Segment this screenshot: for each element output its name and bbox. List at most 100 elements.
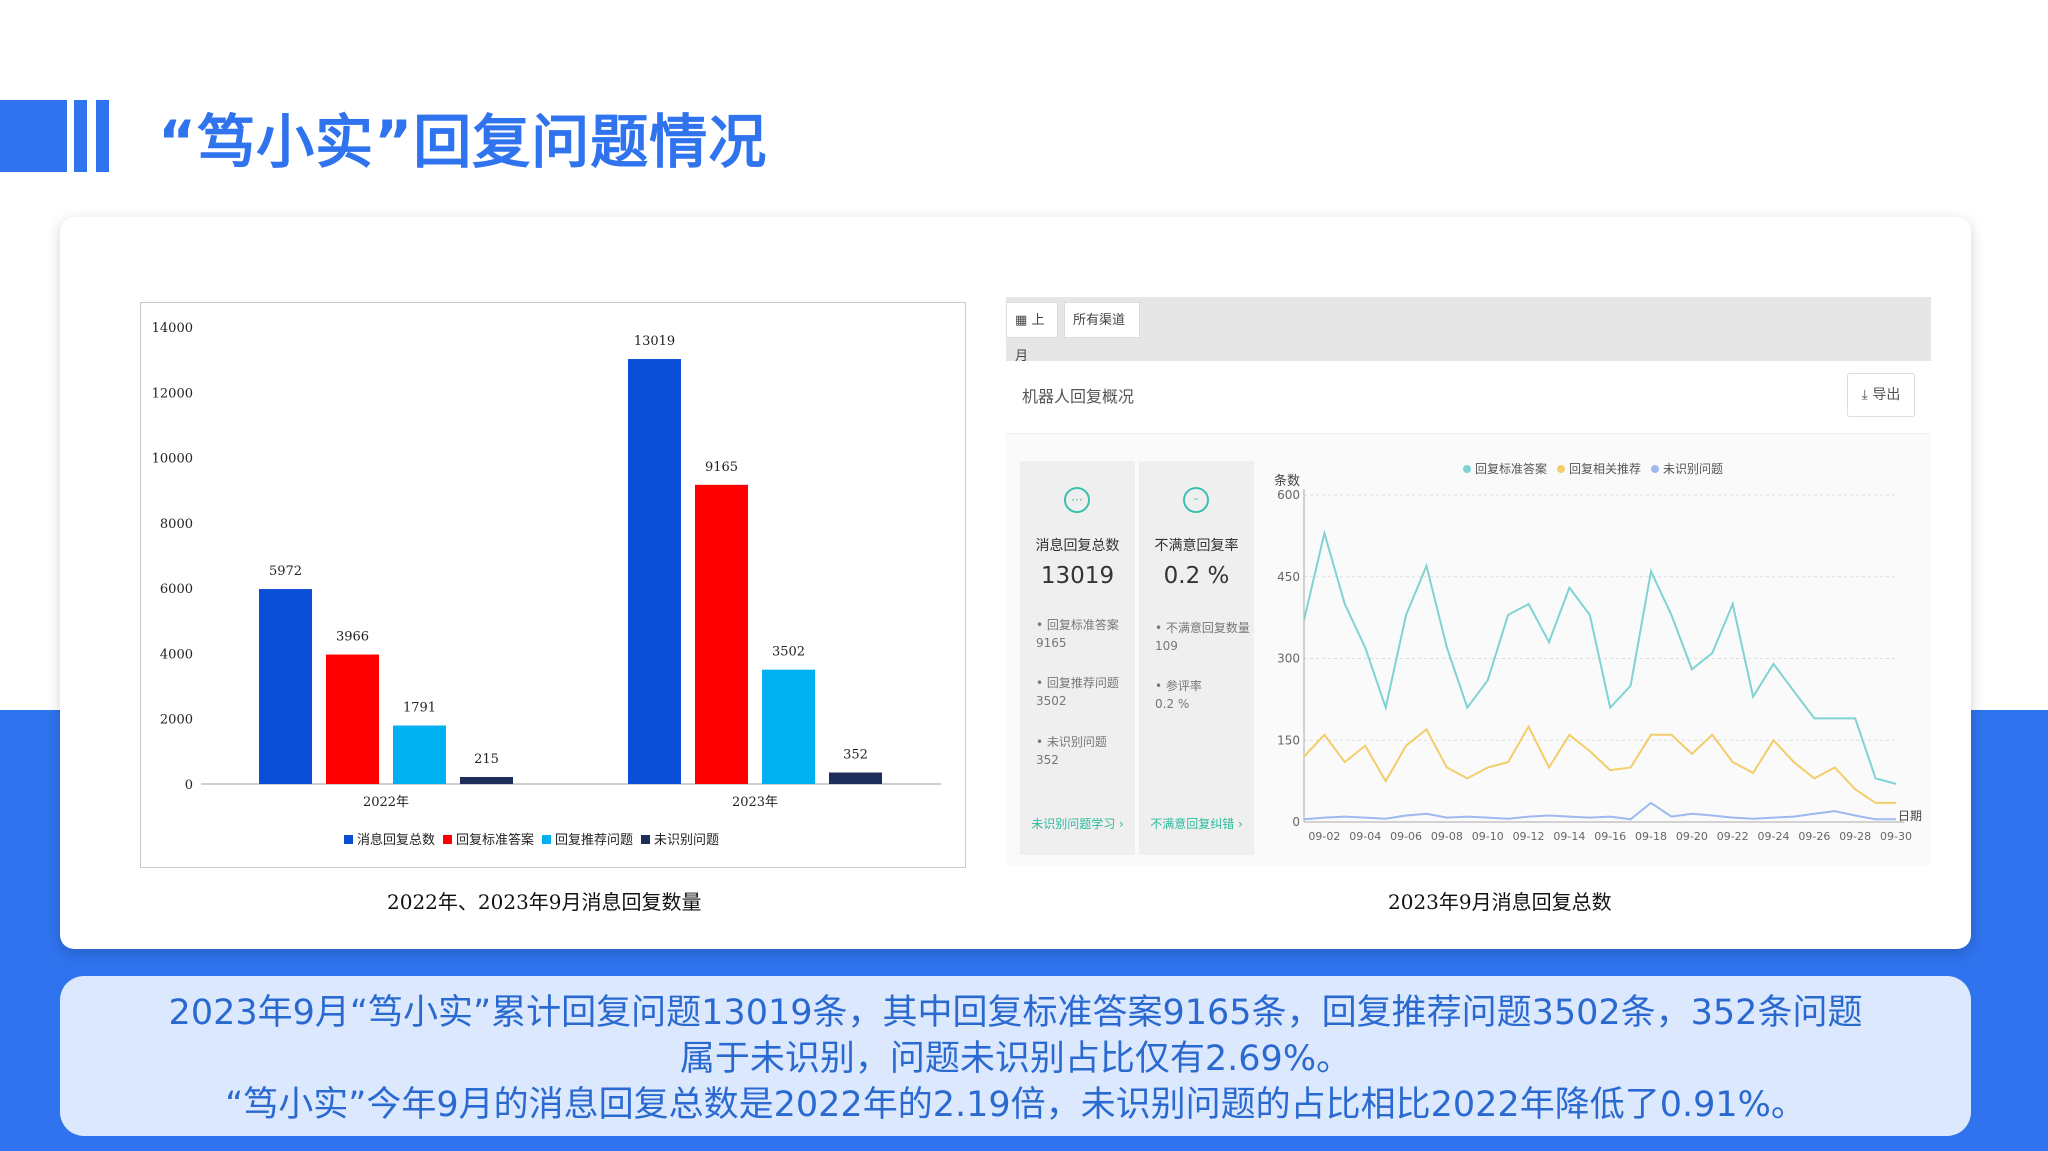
- stat-item-value: 0.2 %: [1155, 697, 1190, 711]
- bar: [460, 776, 513, 784]
- x-tick-label: 09-20: [1676, 830, 1708, 843]
- legend-label: 回复相关推荐: [1569, 462, 1641, 476]
- legend-label: 回复标准答案: [456, 832, 534, 848]
- legend-swatch: [344, 835, 353, 844]
- x-tick-label: 09-22: [1717, 830, 1749, 843]
- x-tick-label: 09-26: [1798, 830, 1830, 843]
- stat-item-value: 352: [1036, 753, 1059, 767]
- y-tick-label: 0: [1292, 815, 1300, 829]
- x-tick-label: 09-10: [1472, 830, 1504, 843]
- legend-swatch: [443, 835, 452, 844]
- smiley-icon: ᵕ: [1183, 487, 1209, 513]
- legend-marker: [1463, 465, 1471, 473]
- x-tick-label: 09-16: [1594, 830, 1626, 843]
- title-decor-block: [0, 100, 67, 172]
- dissatisfied-correction-link[interactable]: 不满意回复纠错 ›: [1139, 815, 1254, 832]
- y-tick-label: 8000: [160, 517, 193, 532]
- stat-panel-dissatisfied: ᵕ 不满意回复率 0.2 % • 不满意回复数量 109 • 参评率 0.2 %…: [1139, 461, 1254, 855]
- summary-line-2: 属于未识别，问题未识别占比仅有2.69%。: [679, 1039, 1352, 1079]
- stat-dissatisfied-value: 0.2 %: [1163, 563, 1230, 589]
- x-tick-label: 09-06: [1390, 830, 1422, 843]
- x-category-label: 2023年: [732, 795, 778, 810]
- unrecognized-learning-link[interactable]: 未识别问题学习 ›: [1020, 815, 1135, 832]
- x-axis-title: 日期: [1898, 809, 1922, 823]
- stat-item-value: 9165: [1036, 636, 1067, 650]
- bar-value-label: 352: [843, 748, 868, 763]
- series-line: [1303, 801, 1896, 821]
- stat-item-label: • 未识别问题: [1036, 735, 1107, 749]
- stat-total-value: 13019: [1040, 563, 1115, 589]
- bar-chart-frame: 0 2000 4000 6000 8000 10000 12000 14000 5972 3966…: [140, 302, 966, 868]
- legend-label: 回复标准答案: [1475, 461, 1547, 476]
- period-chip[interactable]: ▦ 上月: [1006, 302, 1058, 364]
- bar: [326, 654, 379, 784]
- bar-value-label: 3502: [772, 645, 805, 660]
- bar: [695, 484, 748, 784]
- bar-value-label: 9165: [705, 460, 738, 475]
- title-decor-bar-2: [96, 100, 109, 172]
- x-tick-label: 09-04: [1349, 830, 1381, 843]
- stat-item-value: 109: [1155, 639, 1178, 653]
- summary-line-3: “笃小实”今年9月的消息回复总数是2022年的2.19倍，未识别问题的占比相比2…: [225, 1085, 1806, 1125]
- stat-item-label: • 参评率: [1155, 679, 1202, 693]
- stat-item-label: • 不满意回复数量: [1155, 621, 1250, 635]
- bar: [393, 725, 446, 784]
- channel-select-label: 所有渠道: [1073, 313, 1126, 328]
- line-chart-caption: 2023年9月消息回复总数: [1388, 890, 1612, 914]
- series-line: [1303, 529, 1897, 785]
- stat-item-label: • 回复标准答案: [1036, 618, 1119, 632]
- stat-item-label: • 回复推荐问题: [1036, 676, 1119, 690]
- page-title: “笃小实”回复问题情况: [158, 108, 768, 176]
- summary-box: 2023年9月“笃小实”累计回复问题13019条，其中回复标准答案9165条，回…: [60, 976, 1971, 1136]
- chat-bubble-icon: ···: [1064, 487, 1090, 513]
- x-category-label: 2022年: [363, 795, 409, 810]
- x-tick-label: 09-24: [1758, 830, 1790, 843]
- stat-total-label: 消息回复总数: [1035, 538, 1120, 554]
- channel-select[interactable]: 所有渠道: [1064, 302, 1140, 338]
- y-tick-label: 2000: [160, 713, 193, 728]
- y-tick-label: 300: [1277, 652, 1300, 666]
- y-tick-label: 600: [1277, 488, 1300, 502]
- bar: [259, 589, 312, 784]
- bar: [762, 669, 815, 784]
- legend-swatch: [641, 835, 650, 844]
- y-tick-label: 0: [185, 778, 193, 793]
- download-icon: ⤓: [1861, 387, 1868, 403]
- dashboard-filter-bar: ▦ 上月 所有渠道: [1006, 297, 1931, 364]
- y-tick-label: 14000: [152, 321, 193, 336]
- summary-line-1: 2023年9月“笃小实”累计回复问题13019条，其中回复标准答案9165条，回…: [168, 993, 1863, 1033]
- y-tick-label: 4000: [160, 647, 193, 662]
- calendar-icon: ▦: [1015, 313, 1028, 328]
- stat-panel-total: ··· 消息回复总数 13019 • 回复标准答案 9165 • 回复推荐问题 …: [1020, 461, 1135, 855]
- legend-marker: [1557, 465, 1565, 473]
- legend-swatch: [542, 835, 551, 844]
- dashboard-title: 机器人回复概况: [1022, 387, 1135, 406]
- line-chart: 0 150 300 450 600条数日期 09-02 09-04 09-06 09-08 09-…: [1274, 461, 1922, 843]
- x-tick-label: 09-02: [1308, 830, 1340, 843]
- legend-label: 消息回复总数: [357, 832, 435, 848]
- bar-value-label: 5972: [269, 564, 302, 579]
- title-decor-bar-1: [74, 100, 87, 172]
- x-tick-label: 09-12: [1513, 830, 1545, 843]
- bar-value-label: 13019: [634, 334, 675, 349]
- stat-dissatisfied-label: 不满意回复率: [1154, 538, 1239, 554]
- dashboard-header: 机器人回复概况 ⤓ 导出: [1006, 361, 1931, 434]
- bar-value-label: 215: [474, 752, 499, 767]
- x-tick-label: 09-08: [1431, 830, 1463, 843]
- y-tick-label: 6000: [160, 582, 193, 597]
- y-axis-title: 条数: [1274, 473, 1300, 489]
- bar-value-label: 1791: [403, 701, 436, 716]
- bar-value-label: 3966: [336, 630, 369, 645]
- legend-label: 回复推荐问题: [555, 833, 633, 848]
- stat-item-value: 3502: [1036, 694, 1067, 708]
- y-tick-label: 150: [1277, 733, 1300, 747]
- x-tick-label: 09-28: [1839, 830, 1871, 843]
- export-button[interactable]: ⤓ 导出: [1847, 373, 1915, 417]
- x-tick-label: 09-18: [1635, 830, 1667, 843]
- legend-label: 未识别问题: [1663, 462, 1723, 476]
- bar: [628, 359, 681, 784]
- x-tick-label: 09-14: [1553, 830, 1585, 843]
- legend-marker: [1651, 465, 1659, 473]
- y-tick-label: 10000: [152, 452, 193, 467]
- export-button-label: 导出: [1872, 387, 1901, 403]
